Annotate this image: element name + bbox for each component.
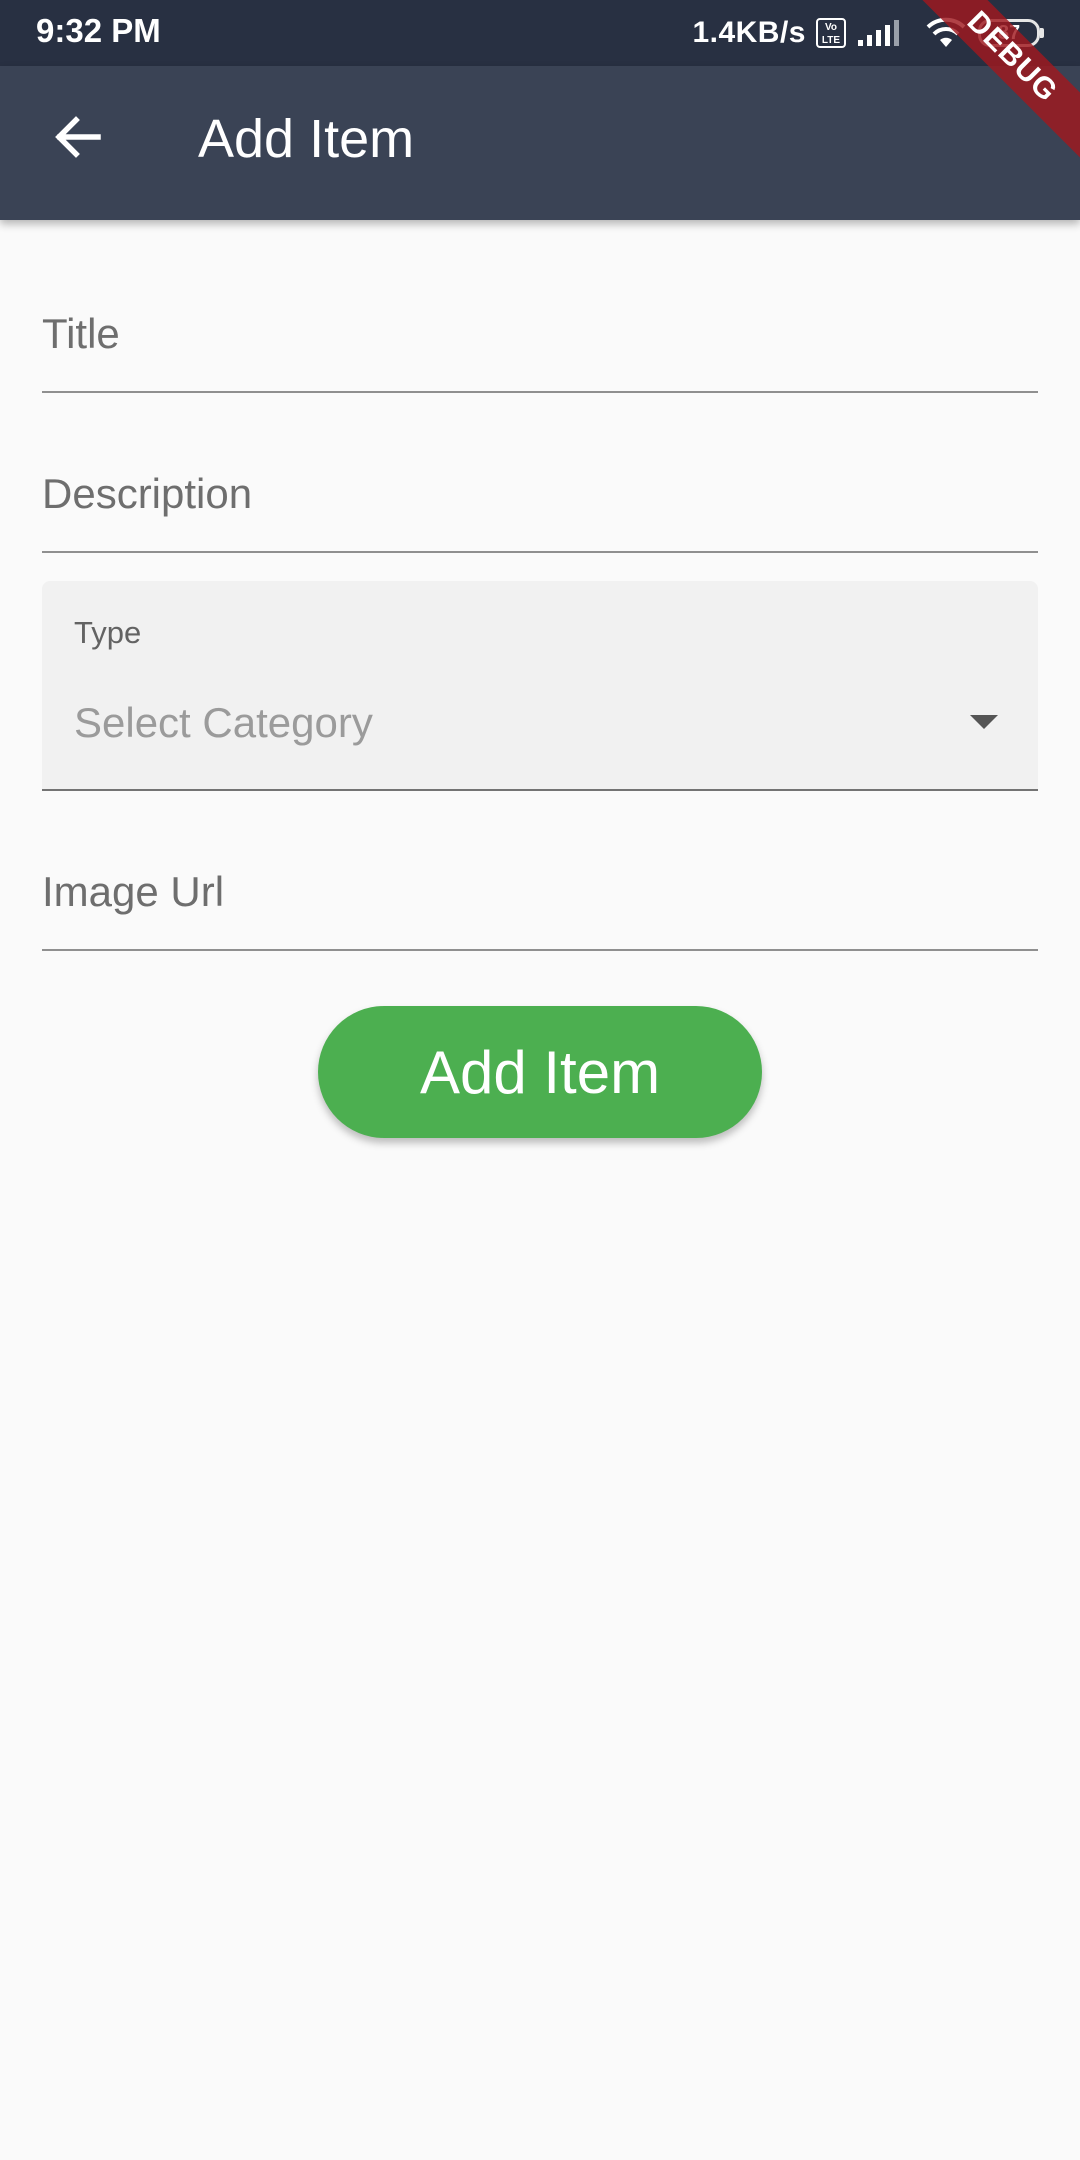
volte-bottom-text: LTE [821,35,841,46]
dropdown-arrow-icon [970,715,998,729]
volte-top-text: Vo [824,22,838,33]
arrow-back-icon [55,116,101,158]
type-dropdown[interactable]: Type Select Category [42,581,1038,791]
page-title: Add Item [198,109,415,169]
signal-icon [858,20,899,46]
wifi-icon [926,17,966,47]
title-input[interactable] [42,300,1038,368]
description-underline [42,551,1038,553]
status-bar: 9:32 PM 1.4KB/s Vo LTE 87 [0,0,1080,66]
add-item-button[interactable]: Add Item [318,1006,762,1138]
status-time: 9:32 PM [36,12,161,49]
status-icons: 1.4KB/s Vo LTE 87 [692,10,1044,56]
image-url-underline [42,949,1038,951]
battery-level: 87 [997,22,1021,44]
battery-icon: 87 [978,19,1044,47]
volte-icon: Vo LTE [816,18,846,48]
type-label: Type [74,615,142,650]
image-url-field [42,858,1038,951]
description-input[interactable] [42,460,1038,528]
back-button[interactable] [40,100,114,174]
title-underline [42,391,1038,393]
image-url-input[interactable] [42,858,1038,926]
title-field [42,300,1038,393]
description-field [42,460,1038,553]
category-select-value: Select Category [74,699,373,746]
app-bar: Add Item [0,66,1080,220]
network-speed: 1.4KB/s [692,16,806,49]
